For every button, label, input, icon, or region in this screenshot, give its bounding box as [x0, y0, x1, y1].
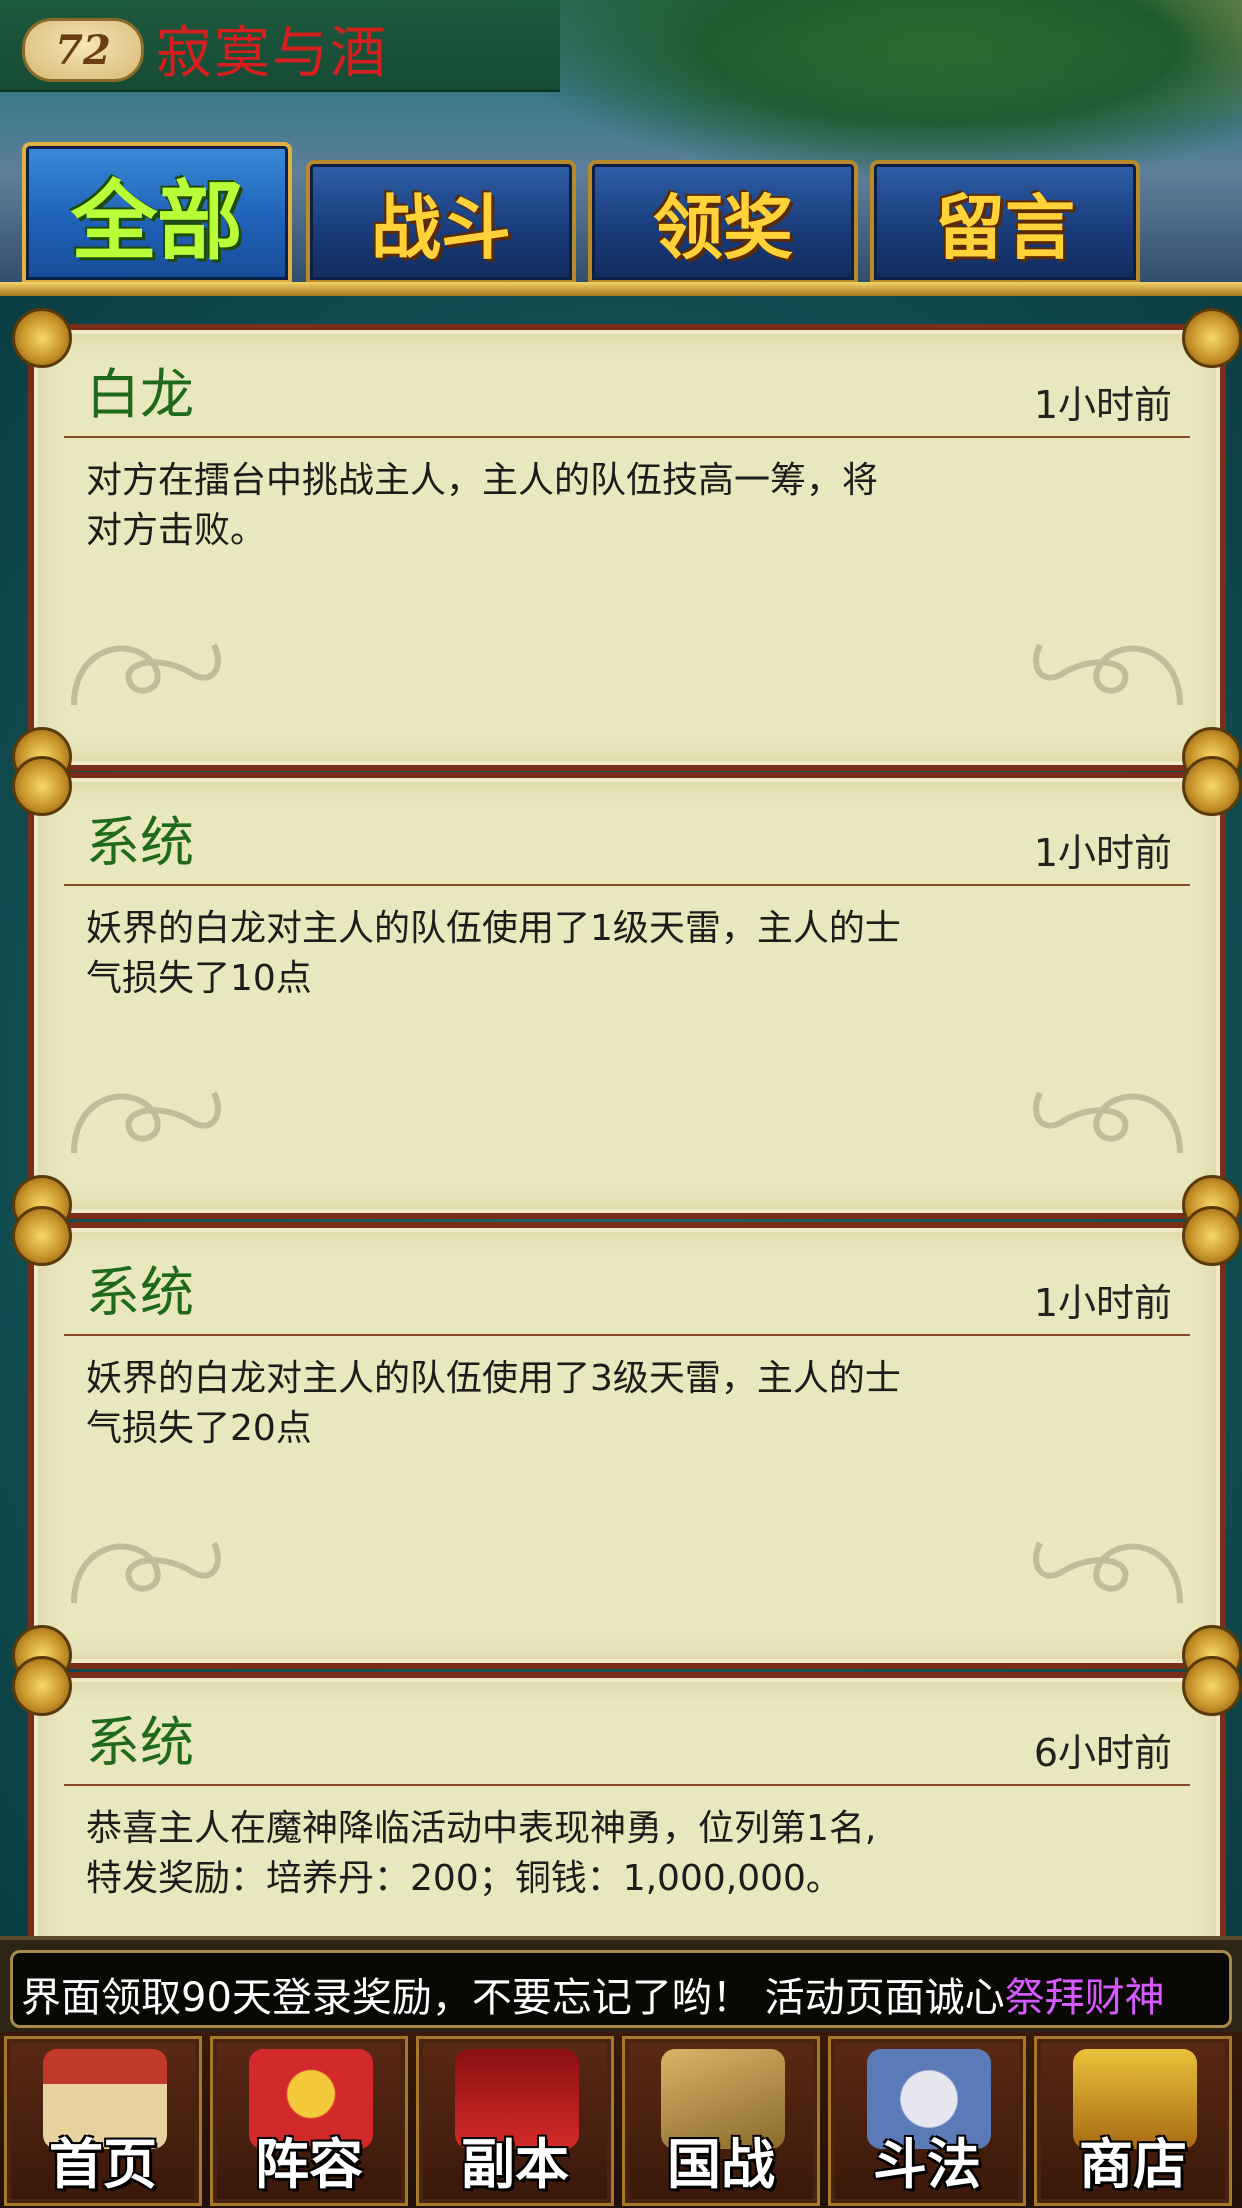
corner-ornament-icon	[1182, 1656, 1242, 1716]
message-text: 妖界的白龙对主人的队伍使用了1级天雷，主人的士气损失了10点	[86, 908, 901, 999]
cloud-swirl-icon	[71, 643, 221, 706]
player-name: 寂寞与酒	[156, 21, 388, 86]
message-time: 1小时前	[1033, 383, 1172, 427]
cloud-swirl-icon	[1033, 1091, 1183, 1154]
message-card[interactable]: 系统 1小时前 妖界的白龙对主人的队伍使用了1级天雷，主人的士气损失了10点	[12, 756, 1242, 1235]
ticker-text: 界面领取90天登录奖励，不要忘记了哟！ 活动页面诚心祭拜财神	[21, 1965, 1165, 2023]
message-text: 对方在擂台中挑战主人，主人的队伍技高一筹，将对方击败。	[86, 460, 879, 551]
message-sender: 系统	[86, 1261, 194, 1324]
message-time: 1小时前	[1033, 831, 1172, 875]
announcement-ticker: 界面领取90天登录奖励，不要忘记了哟！ 活动页面诚心祭拜财神	[0, 1936, 1242, 2036]
message-card[interactable]: 系统 6小时前 恭喜主人在魔神降临活动中表现神勇，位列第1名,特发奖励：培养丹：…	[12, 1656, 1242, 1936]
ticker-highlight: 祭拜财神	[1004, 1975, 1165, 2021]
divider	[64, 436, 1190, 438]
message-card[interactable]: 白龙 1小时前 对方在擂台中挑战主人，主人的队伍技高一筹，将对方击败。	[12, 308, 1242, 787]
ticker-frame: 界面领取90天登录奖励，不要忘记了哟！ 活动页面诚心祭拜财神	[10, 1950, 1232, 2028]
divider	[64, 884, 1190, 886]
nav-home[interactable]: 首页	[4, 2036, 202, 2206]
corner-ornament-icon	[12, 756, 72, 816]
corner-ornament-icon	[12, 1206, 72, 1266]
nav-dungeon[interactable]: 副本	[416, 2036, 614, 2206]
message-tabs: 全部 战斗 领奖 留言	[22, 142, 1222, 284]
nav-duel[interactable]: 斗法	[828, 2036, 1026, 2206]
corner-ornament-icon	[12, 1656, 72, 1716]
cloud-swirl-icon	[71, 1541, 221, 1604]
message-time: 1小时前	[1033, 1281, 1172, 1325]
nav-lineup[interactable]: 阵容	[210, 2036, 408, 2206]
cloud-swirl-icon	[1033, 1541, 1183, 1604]
corner-ornament-icon	[1182, 756, 1242, 816]
nav-label: 副本	[461, 2133, 569, 2196]
message-sender: 白龙	[86, 363, 194, 426]
nav-nation-war[interactable]: 国战	[622, 2036, 820, 2206]
message-text: 恭喜主人在魔神降临活动中表现神勇，位列第1名,特发奖励：培养丹：200；铜钱：1…	[86, 1808, 877, 1899]
message-sender: 系统	[86, 1711, 194, 1774]
cloud-swirl-icon	[71, 1091, 221, 1154]
message-card[interactable]: 系统 1小时前 妖界的白龙对主人的队伍使用了3级天雷，主人的士气损失了20点	[12, 1206, 1242, 1685]
header-divider	[0, 282, 1242, 296]
message-list[interactable]: 白龙 1小时前 对方在擂台中挑战主人，主人的队伍技高一筹，将对方击败。 系统 1…	[0, 296, 1242, 1936]
tab-rewards[interactable]: 领奖	[588, 160, 858, 284]
message-sender: 系统	[86, 811, 194, 874]
tab-battle[interactable]: 战斗	[306, 160, 576, 284]
player-name-bar: 72 寂寞与酒	[0, 0, 560, 92]
nav-shop[interactable]: 商店	[1034, 2036, 1232, 2206]
corner-ornament-icon	[12, 308, 72, 368]
divider	[64, 1334, 1190, 1336]
nav-label: 国战	[667, 2133, 775, 2196]
nav-label: 首页	[49, 2133, 157, 2196]
message-text: 妖界的白龙对主人的队伍使用了3级天雷，主人的士气损失了20点	[86, 1358, 901, 1449]
tab-all[interactable]: 全部	[22, 142, 292, 284]
nav-label: 商店	[1079, 2133, 1187, 2196]
header: 72 寂寞与酒 全部 战斗 领奖 留言	[0, 0, 1242, 290]
ticker-message: 界面领取90天登录奖励，不要忘记了哟！ 活动页面诚心	[21, 1975, 1005, 2021]
level-badge: 72	[22, 18, 144, 82]
nav-label: 斗法	[873, 2133, 981, 2196]
tab-messages[interactable]: 留言	[870, 160, 1140, 284]
message-time: 6小时前	[1033, 1731, 1172, 1775]
cloud-swirl-icon	[1033, 643, 1183, 706]
divider	[64, 1784, 1190, 1786]
bottom-nav: 首页 阵容 副本 国战 斗法 商店	[0, 2032, 1242, 2208]
corner-ornament-icon	[1182, 308, 1242, 368]
corner-ornament-icon	[1182, 1206, 1242, 1266]
nav-label: 阵容	[255, 2133, 363, 2196]
